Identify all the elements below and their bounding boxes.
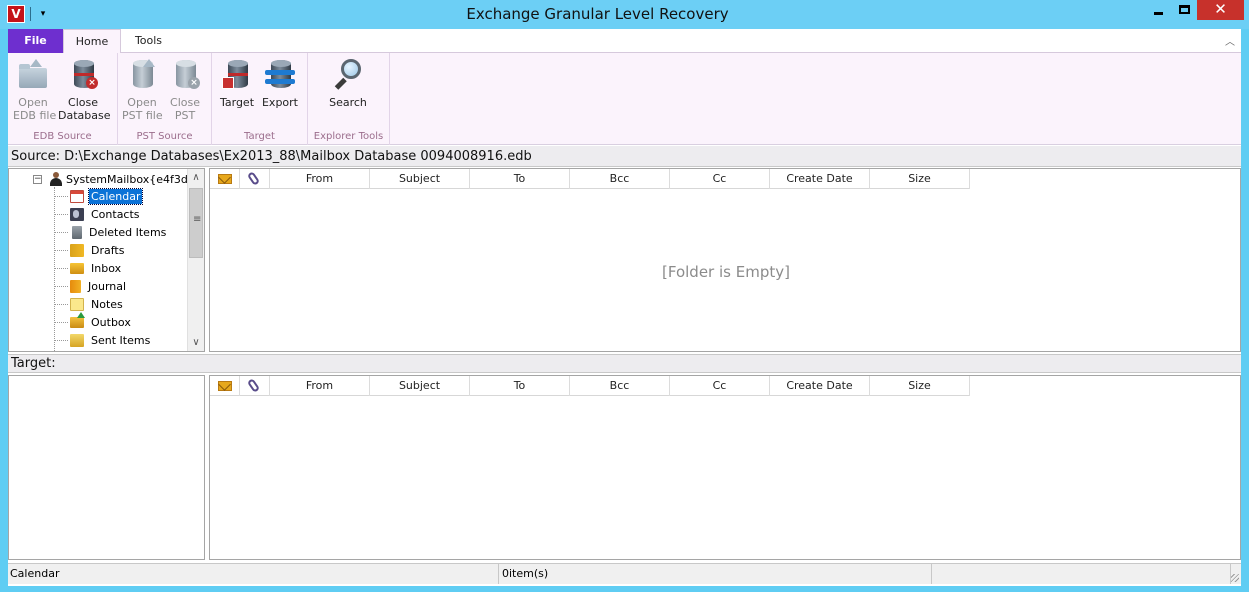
tree-item-inbox[interactable]: Inbox [54, 259, 123, 277]
sent-items-icon [70, 333, 84, 347]
message-grid-target[interactable]: From Subject To Bcc Cc Create Date Size [209, 375, 1241, 560]
column-from[interactable]: From [270, 169, 370, 189]
drafts-icon [70, 243, 84, 257]
source-path-bar: Source: D:\Exchange Databases\Ex2013_88\… [8, 146, 1241, 167]
target-label-bar: Target: [8, 354, 1241, 373]
scrollbar-thumb[interactable] [189, 188, 203, 258]
open-pst-icon [125, 57, 159, 93]
tree-item-notes[interactable]: Notes [54, 295, 125, 313]
export-button[interactable]: Export [260, 57, 300, 109]
outbox-icon [70, 311, 85, 328]
group-label-target: Target [244, 131, 275, 142]
tab-tools[interactable]: Tools [121, 29, 176, 53]
ribbon-group-explorer-tools: Search Explorer Tools [308, 53, 390, 145]
tree-item-calendar[interactable]: Calendar [54, 187, 144, 205]
column-bcc[interactable]: Bcc [570, 169, 670, 189]
scroll-up-icon[interactable]: ∧ [188, 169, 204, 186]
ribbon: Open EDB file × Close Database EDB Sourc… [8, 53, 1241, 145]
maximize-button[interactable] [1171, 0, 1197, 20]
column-mail-icon[interactable] [210, 376, 240, 396]
tab-file[interactable]: File [8, 29, 63, 53]
group-label-edb-source: EDB Source [33, 131, 92, 142]
calendar-icon [70, 189, 84, 203]
column-size[interactable]: Size [870, 376, 970, 396]
search-icon [331, 57, 365, 93]
journal-icon [70, 279, 81, 293]
group-label-explorer-tools: Explorer Tools [313, 131, 384, 142]
tree-item-sent-items[interactable]: Sent Items [54, 331, 152, 349]
ribbon-group-pst-source: Open PST file × Close PST PST Source [118, 53, 212, 145]
close-pst-button[interactable]: × Close PST [168, 57, 202, 122]
column-size[interactable]: Size [870, 169, 970, 189]
grid-header-source: From Subject To Bcc Cc Create Date Size [210, 169, 970, 189]
target-tree[interactable] [8, 375, 205, 560]
tree-root-mailbox[interactable]: SystemMailbox{e4f3d7 [32, 171, 195, 187]
window-title: Exchange Granular Level Recovery [466, 5, 729, 23]
column-subject[interactable]: Subject [370, 376, 470, 396]
column-bcc[interactable]: Bcc [570, 376, 670, 396]
column-to[interactable]: To [470, 169, 570, 189]
grid-header-target: From Subject To Bcc Cc Create Date Size [210, 376, 970, 396]
notes-icon [70, 297, 84, 311]
trash-icon [72, 225, 82, 239]
mail-icon [218, 174, 232, 184]
close-database-button[interactable]: × Close Database [58, 57, 111, 122]
attachment-icon [246, 171, 261, 186]
close-pst-icon: × [168, 57, 202, 93]
group-label-pst-source: PST Source [136, 131, 193, 142]
title-bar: V ▾ Exchange Granular Level Recovery ✕ [0, 0, 1249, 29]
tree-root-label: SystemMailbox{e4f3d7 [66, 172, 195, 186]
tree-item-drafts[interactable]: Drafts [54, 241, 126, 259]
tree-item-deleted-items[interactable]: Deleted Items [54, 223, 168, 241]
tree-item-journal[interactable]: Journal [54, 277, 128, 295]
target-database-icon [220, 57, 254, 93]
open-pst-file-button[interactable]: Open PST file [122, 57, 163, 122]
empty-folder-message: [Folder is Empty] [662, 263, 790, 281]
folder-tree[interactable]: − SystemMailbox{e4f3d7 Calendar Contacts… [8, 168, 205, 352]
status-extra [933, 564, 1231, 584]
column-create-date[interactable]: Create Date [770, 169, 870, 189]
column-subject[interactable]: Subject [370, 169, 470, 189]
contacts-icon [70, 207, 84, 221]
app-client-area: File Home Tools ︿ Open EDB file × Close … [8, 29, 1241, 586]
ribbon-tab-row: File Home Tools ︿ [8, 29, 1241, 54]
open-folder-icon [16, 57, 50, 93]
column-to[interactable]: To [470, 376, 570, 396]
minimize-button[interactable] [1145, 0, 1171, 20]
attachment-icon [246, 378, 261, 393]
status-item-count: 0item(s) [500, 564, 932, 584]
scroll-down-icon[interactable]: ∨ [188, 334, 204, 351]
tree-item-outbox[interactable]: Outbox [54, 311, 133, 331]
tree-item-contacts[interactable]: Contacts [54, 205, 142, 223]
mail-icon [218, 381, 232, 391]
tab-home[interactable]: Home [63, 29, 121, 54]
ribbon-group-target: Target Export Target [212, 53, 308, 145]
search-button[interactable]: Search [328, 57, 368, 109]
close-button[interactable]: ✕ [1197, 0, 1244, 20]
collapse-ribbon-icon[interactable]: ︿ [1225, 33, 1235, 48]
message-grid-source[interactable]: From Subject To Bcc Cc Create Date Size … [209, 168, 1241, 352]
tree-scrollbar[interactable]: ∧ ∨ [187, 169, 204, 351]
minimize-icon [1154, 12, 1163, 15]
maximize-icon [1179, 5, 1190, 14]
export-icon [263, 57, 297, 93]
inbox-icon [70, 262, 84, 274]
user-mailbox-icon [49, 172, 63, 186]
column-cc[interactable]: Cc [670, 169, 770, 189]
status-bar: Calendar 0item(s) [8, 563, 1241, 584]
target-button[interactable]: Target [218, 57, 256, 109]
resize-grip-icon[interactable] [1231, 574, 1239, 582]
column-mail-icon[interactable] [210, 169, 240, 189]
column-from[interactable]: From [270, 376, 370, 396]
status-current-folder: Calendar [8, 564, 499, 584]
close-database-icon: × [66, 57, 100, 93]
open-edb-file-button[interactable]: Open EDB file [13, 57, 56, 122]
column-cc[interactable]: Cc [670, 376, 770, 396]
column-attachment-icon[interactable] [240, 169, 270, 189]
column-attachment-icon[interactable] [240, 376, 270, 396]
column-create-date[interactable]: Create Date [770, 376, 870, 396]
ribbon-group-edb-source: Open EDB file × Close Database EDB Sourc… [8, 53, 118, 145]
